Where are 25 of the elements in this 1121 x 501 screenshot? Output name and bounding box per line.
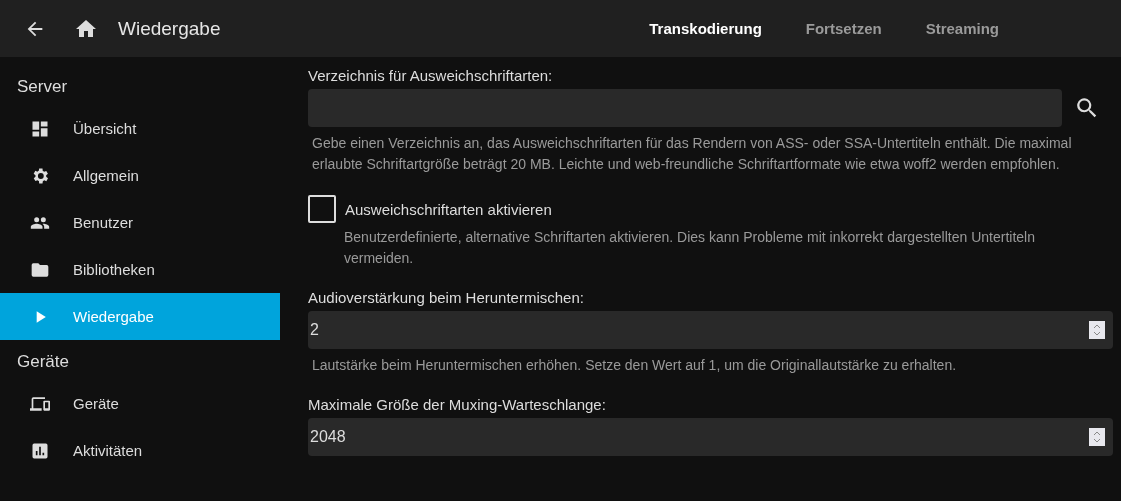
sidebar-item[interactable]: Übersicht bbox=[0, 105, 280, 152]
help-text: Benutzerdefinierte, alternative Schriftarten aktivieren. Dies kann Probleme mit inkorrekt dargestellten Untertiteln vermeiden. bbox=[343, 228, 1036, 268]
number-input-field[interactable]: 2048 bbox=[308, 418, 1113, 456]
sidebar-item[interactable]: Aktivitäten bbox=[0, 427, 280, 474]
sidebar-item[interactable]: Bibliotheken bbox=[0, 246, 280, 293]
spinner-icon[interactable] bbox=[1089, 428, 1105, 446]
path-input-field[interactable] bbox=[308, 89, 1062, 127]
sidebar-item[interactable]: Benutzer bbox=[0, 199, 280, 246]
checkbox-label: Ausweichschriftarten aktivieren bbox=[345, 200, 552, 218]
spinner-icon[interactable] bbox=[1089, 321, 1105, 339]
sidebar-item[interactable]: Geräte bbox=[0, 380, 280, 427]
checkbox[interactable] bbox=[308, 195, 336, 223]
field-label: Audioverstärkung beim Heruntermischen: bbox=[308, 289, 585, 306]
sidebar-item[interactable]: Allgemein bbox=[0, 152, 280, 199]
help-text: Gebe einen Verzeichnis an, das Ausweichschriftarten für das Rendern von ASS- oder SSA-Untertiteln enthält. Die maximal erlaubte Schriftartgröße beträgt 20 MB. Leichte und web-freundliche Schriftartformate wie etwa woff2 werden empfohlen. bbox=[311, 134, 1073, 174]
section-heading: Geräte bbox=[16, 351, 70, 373]
section-heading: Server bbox=[16, 76, 69, 98]
field-label: Maximale Größe der Muxing-Warteschlange: bbox=[308, 396, 607, 413]
number-input-field[interactable]: 2 bbox=[308, 311, 1113, 349]
page-title: Wiedergabe bbox=[118, 17, 221, 40]
tab[interactable]: Transkodierung bbox=[627, 12, 784, 45]
tab[interactable]: Fortsetzen bbox=[783, 12, 904, 45]
tab[interactable]: Streaming bbox=[903, 12, 1021, 45]
help-text: Lautstärke beim Heruntermischen erhöhen. Setze den Wert auf 1, um die Originallautstärke zu erhalten. bbox=[311, 356, 958, 375]
field-label: Verzeichnis für Ausweichschriftarten: bbox=[308, 67, 554, 84]
